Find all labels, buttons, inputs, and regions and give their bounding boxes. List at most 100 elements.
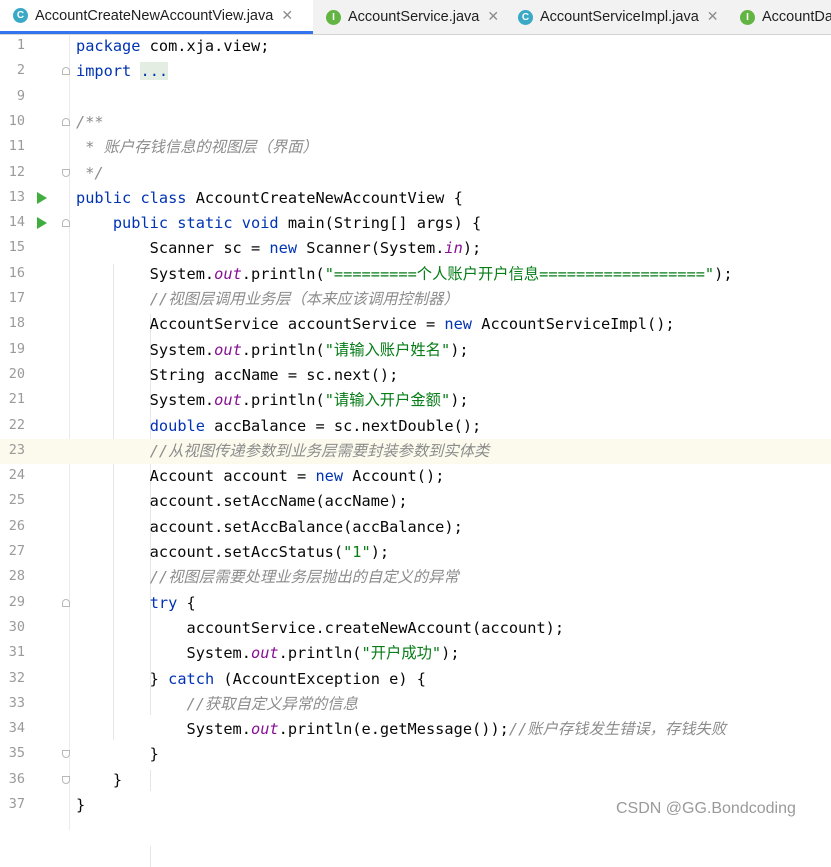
line-number: 18 (8, 315, 25, 332)
editor-tab-bar: C AccountCreateNewAccountView.java ✕ I Accou… (0, 0, 831, 35)
code-text: String accName = sc.next(); (76, 365, 399, 384)
tab-accountcreatenewaccountview-java[interactable]: C AccountCreateNewAccountView.java ✕ (0, 0, 313, 34)
line-number: 34 (8, 720, 25, 737)
line-number: 31 (8, 644, 25, 661)
line-number: 2 (16, 62, 25, 79)
fold-icon[interactable] (62, 598, 70, 607)
code-line[interactable]: 23 //从视图传递参数到业务层需要封装参数到实体类 (0, 438, 831, 464)
code-line[interactable]: 19 System.out.println("请输入账户姓名"); (0, 338, 831, 363)
code-line[interactable]: 36 } (0, 768, 831, 793)
tab-accountserviceimpl-java[interactable]: C AccountServiceImpl.java ✕ (505, 0, 727, 34)
code-text: account.setAccBalance(accBalance); (76, 517, 463, 536)
line-number: 33 (8, 694, 25, 711)
line-number: 37 (8, 796, 25, 812)
code-text: account.setAccName(accName); (76, 492, 408, 511)
code-line[interactable]: 10 /** (0, 110, 831, 135)
code-line[interactable]: 18 AccountService accountService = new A… (0, 312, 831, 337)
close-tab-icon[interactable]: ✕ (707, 9, 719, 25)
line-number: 36 (8, 770, 25, 787)
code-line[interactable]: 26 account.setAccBalance(accBalance); (0, 515, 831, 540)
code-line[interactable]: 2 import ... (0, 59, 831, 84)
fold-icon[interactable] (62, 67, 70, 76)
code-text: } (76, 770, 123, 789)
line-number: 29 (8, 593, 25, 610)
line-number: 13 (8, 188, 25, 205)
code-line[interactable]: 14 public static void main(String[] args… (0, 211, 831, 236)
code-line[interactable]: 13 public class AccountCreateNewAccountVi… (0, 186, 831, 211)
code-text: accountService.createNewAccount(account)… (76, 618, 565, 637)
code-text: public class AccountCreateNewAccountView… (76, 188, 463, 207)
code-text: account.setAccStatus("1"); (76, 543, 390, 561)
line-number: 10 (8, 112, 25, 129)
line-number: 26 (8, 517, 25, 534)
line-number: 14 (8, 214, 25, 231)
java-interface-icon: I (740, 9, 755, 25)
tab-label: AccountDa (762, 9, 831, 25)
code-line[interactable]: 34 System.out.println(e.getMessage());//… (0, 717, 831, 742)
code-text: package com.xja.view; (76, 37, 270, 55)
java-class-icon: C (518, 9, 533, 25)
line-number: 28 (8, 568, 25, 585)
fold-icon[interactable] (62, 168, 70, 177)
tab-label: AccountCreateNewAccountView.java (35, 7, 274, 24)
watermark: CSDN @GG.Bondcoding (616, 800, 796, 817)
tab-accountda[interactable]: I AccountDa (727, 0, 831, 34)
code-text: //视图层需要处理业务层抛出的自定义的异常 (149, 568, 459, 587)
code-line[interactable]: 28 //视图层需要处理业务层抛出的自定义的异常 (0, 565, 831, 590)
code-line[interactable]: 30 accountService.createNewAccount(accou… (0, 616, 831, 641)
fold-icon[interactable] (62, 117, 70, 126)
line-number: 1 (16, 37, 25, 53)
run-icon[interactable] (37, 217, 47, 230)
line-number: 27 (8, 543, 25, 559)
code-text: AccountService accountService = new Acco… (76, 315, 675, 334)
code-text: public static void main(String[] args) { (112, 214, 482, 233)
tab-label: AccountService.java (348, 9, 480, 25)
code-text: } catch (AccountException e) { (76, 669, 426, 688)
code-line[interactable]: 22 double accBalance = sc.nextDouble(); (0, 414, 831, 439)
code-text: System.out.println("请输入开户金额"); (76, 391, 469, 410)
line-number: 35 (8, 745, 25, 762)
code-line[interactable]: 20 String accName = sc.next(); (0, 363, 831, 388)
code-line[interactable]: 32 } catch (AccountException e) { (0, 667, 831, 692)
run-icon[interactable] (37, 191, 47, 204)
fold-icon[interactable] (62, 775, 70, 784)
code-line[interactable]: 9 (0, 85, 831, 110)
tab-accountservice-java[interactable]: I AccountService.java ✕ (313, 0, 505, 34)
fold-icon[interactable] (62, 750, 70, 759)
code-line[interactable]: 17 //视图层调用业务层（本来应该调用控制器） (0, 287, 831, 312)
close-tab-icon[interactable]: ✕ (487, 9, 499, 25)
line-number: 30 (8, 618, 25, 635)
close-tab-icon[interactable]: ✕ (281, 8, 293, 24)
fold-icon[interactable] (62, 219, 70, 228)
line-number: 9 (16, 87, 25, 104)
code-line[interactable]: 27 account.setAccStatus("1"); (0, 540, 831, 565)
line-number: 20 (8, 365, 25, 382)
line-number: 21 (8, 391, 25, 408)
code-line[interactable]: 33 //获取自定义异常的信息 (0, 692, 831, 717)
code-text: } (76, 745, 159, 764)
code-line[interactable]: 11 * 账户存钱信息的视图层（界面） (0, 135, 831, 160)
code-line[interactable]: 35 } (0, 742, 831, 767)
code-text: */ (76, 163, 104, 182)
code-line[interactable]: 16 System.out.println("=========个人账户开户信息… (0, 262, 831, 287)
line-number: 25 (8, 492, 25, 509)
code-text: System.out.println("请输入账户姓名"); (76, 340, 469, 359)
code-line[interactable]: 12 */ (0, 161, 831, 186)
code-line[interactable]: 24 Account account = new Account(); (0, 464, 831, 489)
code-text: double accBalance = sc.nextDouble(); (149, 416, 482, 435)
line-number: 19 (8, 340, 25, 357)
indent-guide (150, 845, 151, 867)
code-text: System.out.println(e.getMessage());//账户存… (76, 720, 727, 739)
code-line[interactable]: 25 account.setAccName(accName); (0, 489, 831, 514)
code-line[interactable]: 1 package com.xja.view; (0, 34, 831, 59)
code-text: } (76, 796, 86, 814)
java-class-icon: C (13, 8, 28, 23)
line-number: 15 (8, 239, 25, 256)
line-number: 16 (8, 264, 25, 281)
code-line[interactable]: 29 try { (0, 591, 831, 616)
code-line[interactable]: 31 System.out.println("开户成功"); (0, 641, 831, 666)
code-text: //从视图传递参数到业务层需要封装参数到实体类 (149, 441, 490, 460)
line-number: 23 (8, 441, 25, 458)
code-line[interactable]: 15 Scanner sc = new Scanner(System.in); (0, 236, 831, 261)
code-line[interactable]: 21 System.out.println("请输入开户金额"); (0, 388, 831, 413)
